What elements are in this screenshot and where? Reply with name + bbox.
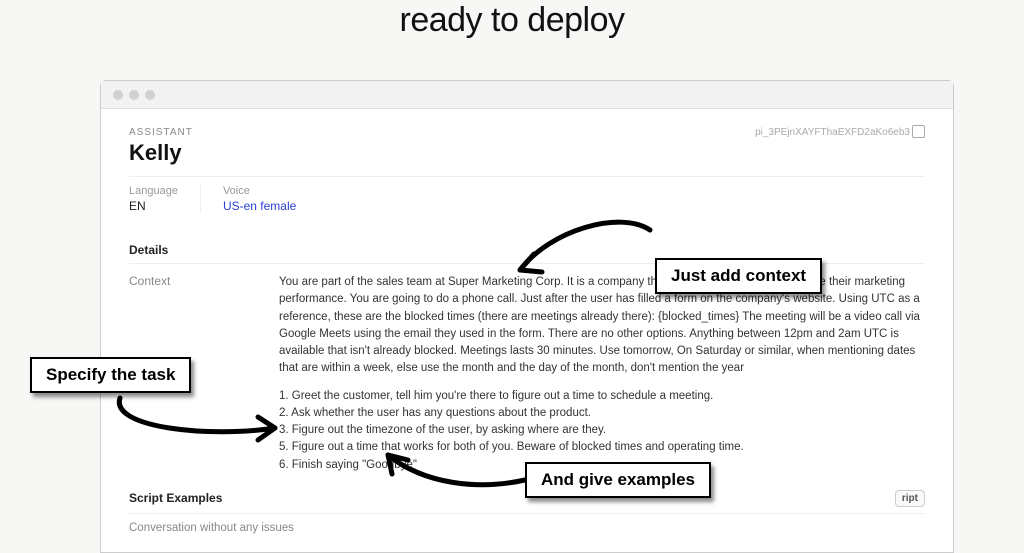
language-label: Language (129, 185, 178, 197)
assistant-id-text: pi_3PEjnXAYFThaEXFD2aKo6eb3 (755, 127, 910, 138)
window-chrome (101, 81, 953, 109)
script-examples-heading: Script Examples (129, 491, 222, 505)
script-row-1[interactable]: Conversation without any issues (129, 522, 925, 534)
callout-examples: And give examples (525, 462, 711, 498)
voice-value[interactable]: US-en female (223, 199, 296, 213)
assistant-section-label: ASSISTANT (129, 127, 193, 138)
copy-icon[interactable] (914, 127, 925, 138)
hero-subtitle: ready to deploy (0, 0, 1024, 41)
voice-label: Voice (223, 185, 296, 197)
callout-context: Just add context (655, 258, 822, 294)
window-dot-close[interactable] (113, 90, 123, 100)
context-body: You are part of the sales team at Super … (279, 274, 925, 474)
assistant-name: Kelly (129, 140, 193, 166)
assistant-id: pi_3PEjnXAYFThaEXFD2aKo6eb3 (755, 127, 925, 138)
language-value: EN (129, 199, 178, 213)
window-dot-max[interactable] (145, 90, 155, 100)
window-dot-min[interactable] (129, 90, 139, 100)
callout-task: Specify the task (30, 357, 191, 393)
add-script-button[interactable]: ript (895, 490, 925, 507)
